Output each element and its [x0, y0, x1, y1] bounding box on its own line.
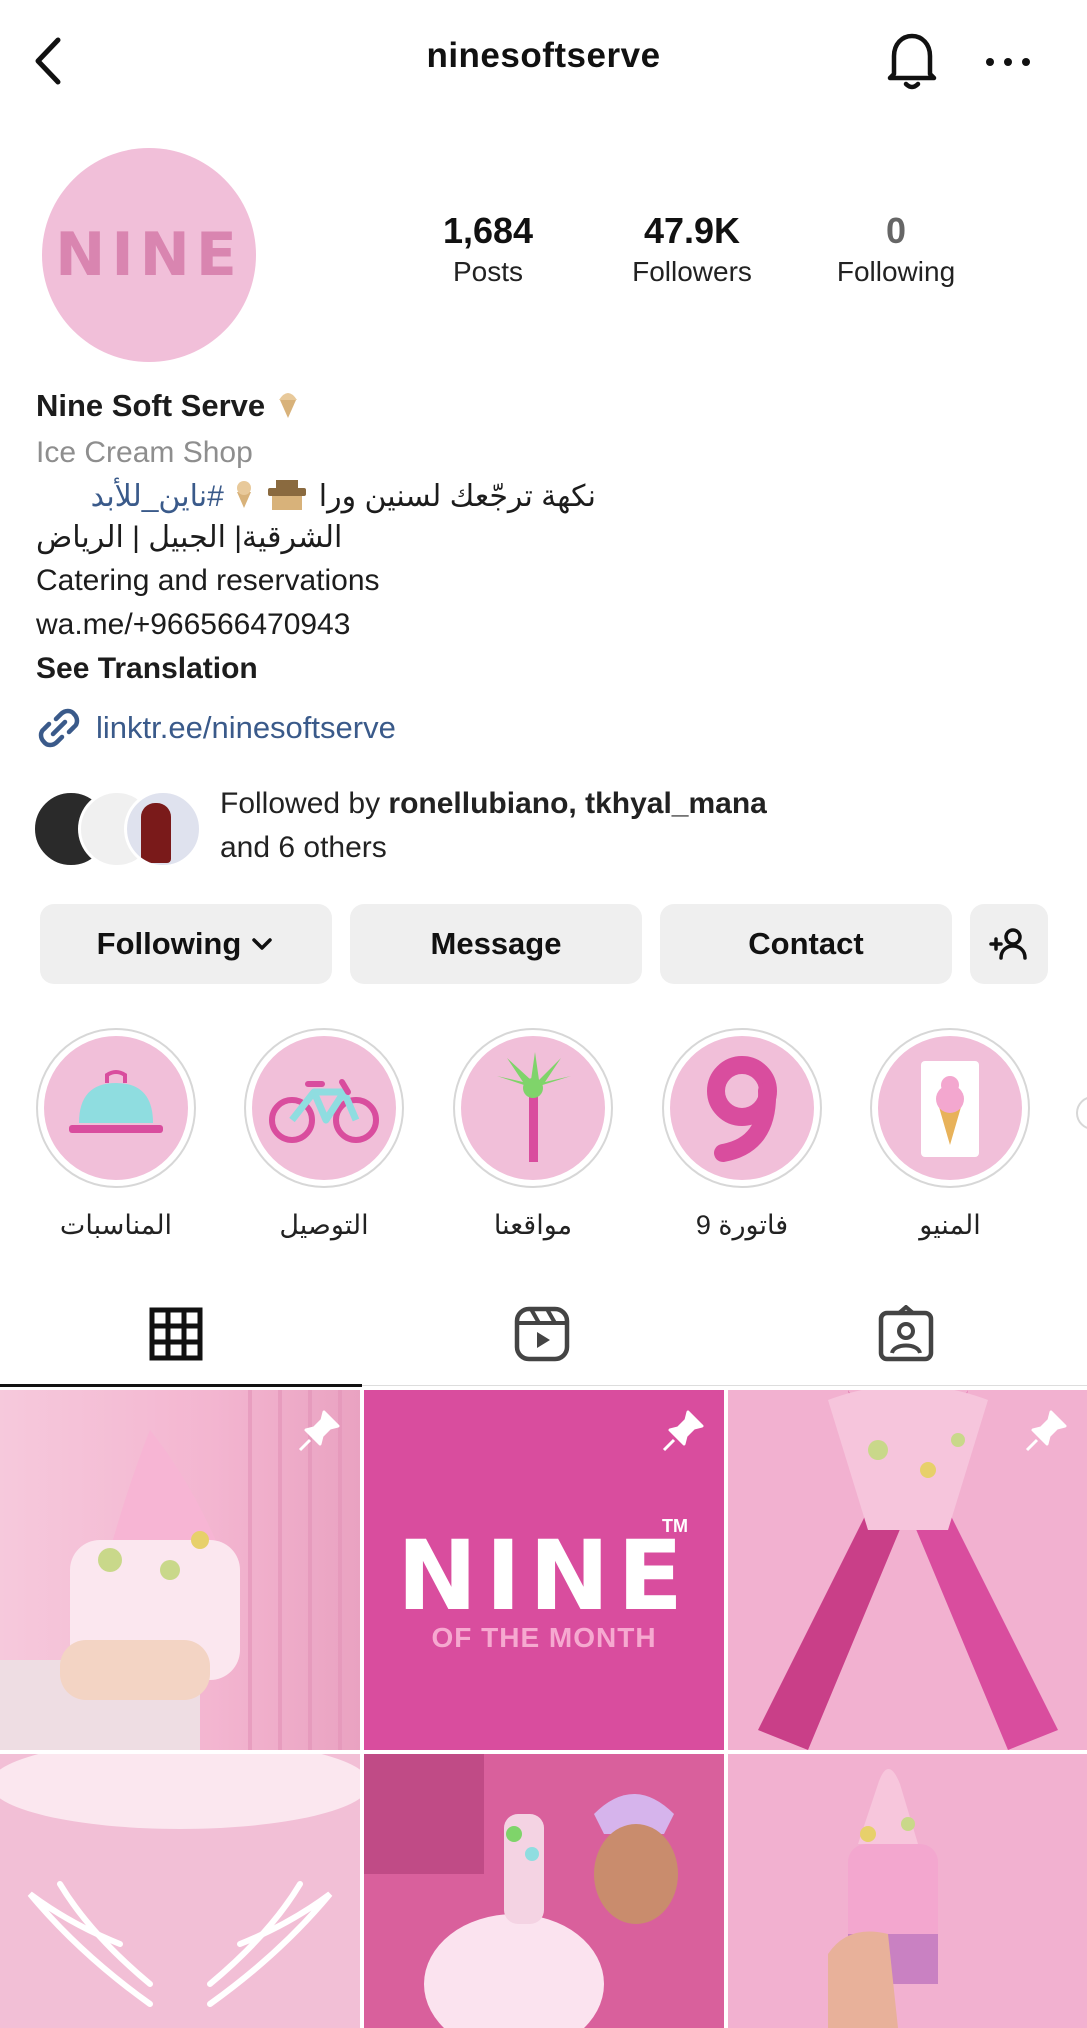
highlight-partial[interactable]: [1076, 1096, 1087, 1130]
highlight-ring: [870, 1028, 1030, 1188]
post-thumbnail[interactable]: [364, 1754, 724, 2028]
bio-tagline-text: نكهة ترجّعك لسنين ورا: [318, 480, 596, 513]
post-thumbnail[interactable]: NINE TM OF THE MONTH: [364, 1390, 724, 1750]
ice-cream-emoji-icon: [237, 481, 252, 508]
profile-external-link[interactable]: linktr.ee/ninesoftserve: [36, 705, 396, 751]
stat-label: Following: [836, 256, 956, 287]
person-photo: [364, 1754, 724, 2028]
stat-label: Followers: [632, 256, 752, 287]
tab-posts-grid[interactable]: [116, 1302, 236, 1366]
following-button[interactable]: Following: [40, 904, 332, 984]
wings-photo: [0, 1754, 360, 2007]
notification-bell-icon[interactable]: [882, 28, 942, 92]
grid-icon: [149, 1307, 203, 1361]
contact-button-label: Contact: [748, 926, 864, 961]
post-caption-subtitle: OF THE MONTH: [431, 1622, 657, 1653]
highlight-cover: [252, 1036, 396, 1180]
palm-tree-icon: [497, 1052, 571, 1162]
bio-locations: الشرقية| الجبيل | الرياض: [36, 520, 356, 555]
highlight-ring: [244, 1028, 404, 1188]
highlight-cover: [878, 1036, 1022, 1180]
ice-cream-cup-photo: [828, 1769, 938, 2028]
highlight-menu[interactable]: المنيو: [870, 1028, 1030, 1241]
tab-reels[interactable]: [482, 1302, 602, 1366]
more-options-icon[interactable]: [980, 50, 1040, 74]
bio-hashtag-link[interactable]: #ناين_للأبد: [91, 480, 224, 513]
highlight-label: التوصيل: [279, 1210, 369, 1240]
profile-name: Nine Soft Serve: [36, 386, 302, 424]
following-count[interactable]: 0 Following: [786, 210, 1006, 288]
highlight-events[interactable]: المناسبات: [36, 1028, 196, 1241]
stat-value: 47.9K: [643, 210, 741, 251]
highlight-locations[interactable]: مواقعنا: [453, 1028, 613, 1241]
followed-by-suffix: and 6 others: [220, 831, 387, 864]
pinned-icon: [1025, 1410, 1067, 1452]
suggested-accounts-button[interactable]: [970, 904, 1048, 984]
bicycle-icon: [269, 1079, 379, 1143]
avatar-logo-text: NINE: [55, 220, 243, 290]
followed-by-names: ronellubiano, tkhyal_mana: [388, 787, 767, 820]
active-tab-indicator: [0, 1384, 362, 1387]
number-nine-icon: [707, 1056, 777, 1162]
tab-tagged[interactable]: [846, 1302, 966, 1366]
highlight-label: مواقعنا: [493, 1210, 573, 1240]
see-translation-link[interactable]: See Translation: [36, 652, 258, 686]
posts-count[interactable]: 1,684 Posts: [378, 210, 598, 288]
highlight-ring: [662, 1028, 822, 1188]
followers-count[interactable]: 47.9K Followers: [582, 210, 802, 288]
post-trademark: TM: [662, 1516, 688, 1536]
highlight-label: فاتورة 9: [695, 1210, 789, 1240]
contact-button[interactable]: Contact: [660, 904, 952, 984]
profile-link-text: linktr.ee/ninesoftserve: [96, 710, 396, 745]
mutual-followers-avatars[interactable]: [32, 790, 212, 868]
message-button[interactable]: Message: [350, 904, 642, 984]
highlight-label: المنيو: [919, 1210, 981, 1240]
bio-catering: Catering and reservations: [36, 564, 380, 597]
pinned-icon: [662, 1410, 704, 1452]
mutual-follower-avatar: [124, 790, 202, 868]
chevron-down-icon: [252, 938, 273, 950]
message-button-label: Message: [430, 926, 562, 961]
highlight-ring: [36, 1028, 196, 1188]
followed-by-prefix: Followed by: [220, 787, 389, 820]
link-icon: [38, 708, 80, 748]
highlight-ring: [453, 1028, 613, 1188]
bio-whatsapp-link[interactable]: wa.me/+966566470943: [36, 608, 350, 642]
highlight-invoice[interactable]: فاتورة 9: [662, 1028, 822, 1241]
post-thumbnail[interactable]: [728, 1754, 1087, 2028]
cloche-icon: [69, 1070, 163, 1133]
bio-tagline: نكهة ترجّعك لسنين ورا #ناين_للأبد: [36, 478, 596, 514]
followed-by-text[interactable]: Followed by ronellubiano, tkhyal_mana an…: [220, 782, 767, 870]
post-thumbnail[interactable]: [0, 1754, 360, 2028]
bio-locations-text: الشرقية| الجبيل | الرياض: [36, 521, 343, 554]
profile-name-text: Nine Soft Serve: [36, 388, 266, 423]
stat-value: 1,684: [442, 210, 534, 251]
ice-cream-shop-emoji-icon: [268, 480, 307, 510]
stat-label: Posts: [452, 256, 524, 287]
ice-cream-emoji-icon: [278, 393, 297, 418]
highlight-label: المناسبات: [59, 1210, 173, 1240]
ice-cream-cone-icon: [921, 1061, 979, 1157]
highlight-cover: [461, 1036, 605, 1180]
highlight-cover: [44, 1036, 188, 1180]
highlight-delivery[interactable]: التوصيل: [244, 1028, 404, 1241]
add-person-icon: [989, 928, 1027, 960]
tagged-icon: [878, 1305, 934, 1362]
following-button-label: Following: [96, 926, 242, 961]
stat-value: 0: [885, 210, 907, 251]
post-thumbnail[interactable]: [0, 1390, 360, 1750]
highlight-cover: [670, 1036, 814, 1180]
profile-category: Ice Cream Shop: [36, 436, 253, 469]
pinned-icon: [298, 1410, 340, 1452]
reels-icon: [514, 1306, 570, 1362]
profile-avatar[interactable]: NINE: [42, 148, 256, 362]
post-thumbnail[interactable]: [728, 1390, 1087, 1750]
